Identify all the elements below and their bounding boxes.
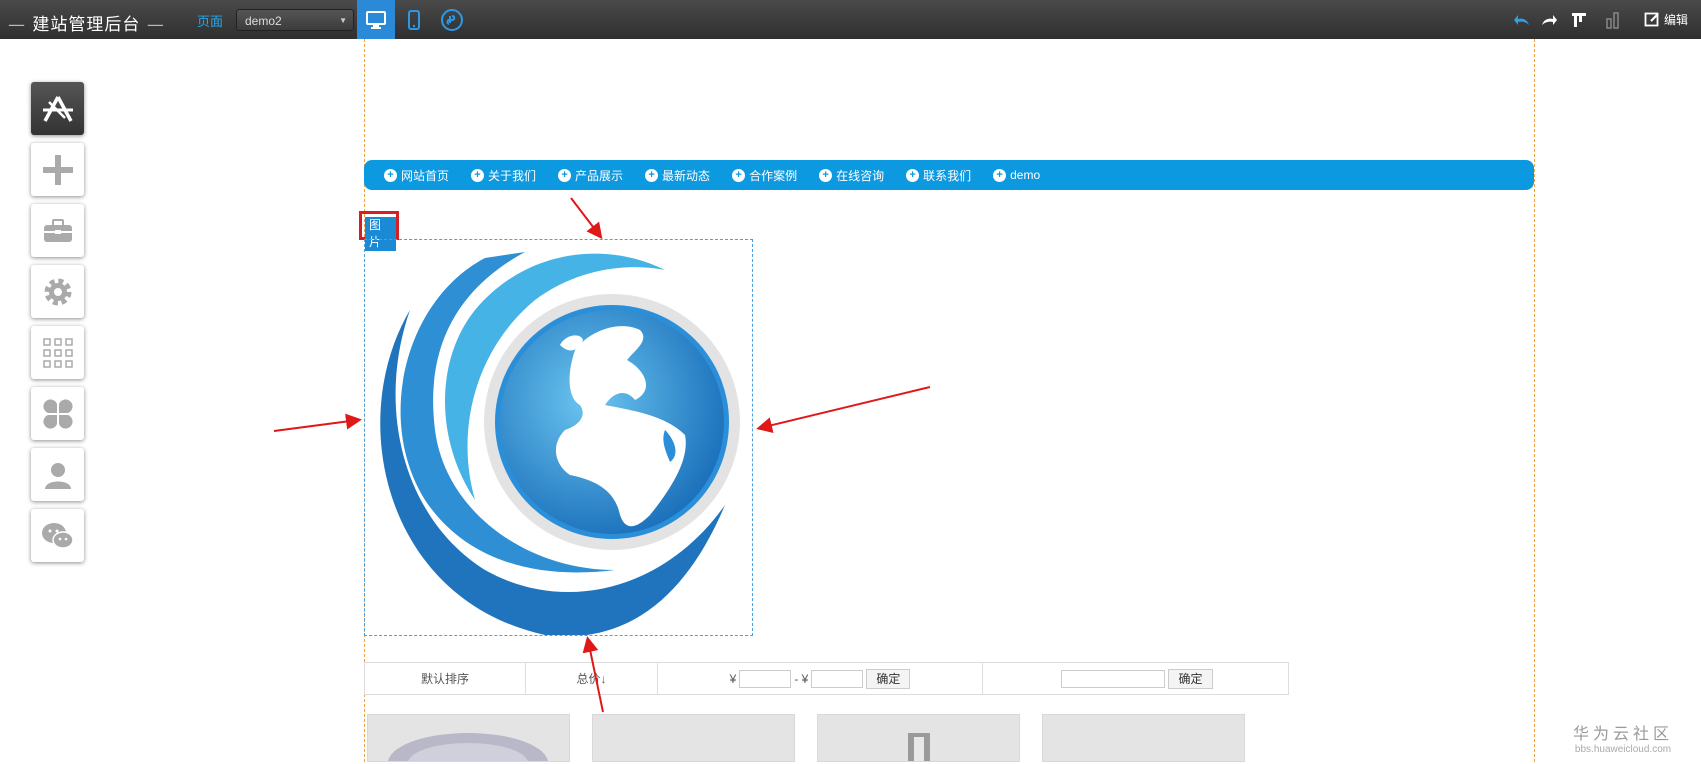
- canvas-guide-right: [1534, 39, 1535, 762]
- price-max-input[interactable]: [811, 669, 864, 688]
- nav-item-products[interactable]: + 产品展示: [558, 167, 623, 184]
- redo-icon: [1542, 15, 1557, 25]
- wechat-icon: [41, 522, 74, 549]
- plus-circle-icon: +: [558, 168, 572, 182]
- plus-circle-icon: +: [993, 168, 1007, 182]
- page-label: 页面: [197, 14, 224, 29]
- annotation-arrows: [273, 197, 931, 713]
- product-thumbnail: [388, 733, 548, 764]
- nav-item-consult[interactable]: + 在线咨询: [819, 167, 884, 184]
- sidebar-design-button[interactable]: [31, 82, 84, 135]
- price-range: ¥ - ¥ 确定: [658, 663, 983, 694]
- sort-total-price[interactable]: 总价 ↓: [526, 663, 658, 694]
- nav-item-demo[interactable]: + demo: [993, 168, 1040, 182]
- mobile-icon: [408, 9, 420, 30]
- clover-icon: [42, 398, 73, 429]
- sort-default[interactable]: 默认排序: [365, 663, 526, 694]
- undo-button[interactable]: [1512, 10, 1532, 30]
- product-card[interactable]: [817, 714, 1020, 762]
- miniapp-icon: [441, 8, 463, 31]
- page-select[interactable]: demo2 ▼: [236, 9, 354, 31]
- app-view-button[interactable]: [433, 0, 471, 39]
- plus-icon: [42, 154, 73, 185]
- chart-bars-icon: [1606, 12, 1619, 29]
- arrow-down-icon: ↓: [600, 671, 607, 686]
- product-card[interactable]: [367, 714, 570, 764]
- sidebar-apps-button[interactable]: [31, 326, 84, 379]
- layout-tool-button[interactable]: [1603, 10, 1623, 30]
- sidebar-modules-button[interactable]: [31, 387, 84, 440]
- nav-item-about[interactable]: + 关于我们: [471, 167, 536, 184]
- monitor-icon: [366, 10, 386, 29]
- price-confirm-button[interactable]: 确定: [866, 668, 911, 689]
- image-widget[interactable]: [364, 239, 753, 637]
- arrow-right: [756, 386, 931, 433]
- image-widget-tag[interactable]: 图片: [359, 211, 399, 251]
- product-filter-bar: 默认排序 总价 ↓ ¥ - ¥ 确定 确定: [364, 662, 1289, 695]
- align-tool-button[interactable]: [1569, 10, 1589, 30]
- search-confirm-button[interactable]: 确定: [1168, 668, 1213, 689]
- product-thumbnail: [908, 733, 930, 761]
- watermark: 华为云社区 bbs.huaweicloud.com: [1573, 726, 1674, 755]
- page-select-value: demo2: [245, 14, 282, 28]
- redo-button[interactable]: [1539, 10, 1559, 30]
- sidebar-add-button[interactable]: [31, 143, 84, 196]
- align-icon: [1572, 13, 1586, 27]
- grid-icon: [42, 337, 73, 368]
- price-min-input[interactable]: [739, 669, 792, 688]
- plus-circle-icon: +: [819, 168, 833, 182]
- product-card[interactable]: [1042, 714, 1245, 762]
- nav-item-cases[interactable]: + 合作案例: [732, 167, 797, 184]
- nav-item-home[interactable]: + 网站首页: [384, 167, 449, 184]
- plus-circle-icon: +: [471, 168, 485, 182]
- nav-item-news[interactable]: + 最新动态: [645, 167, 710, 184]
- arrow-top: [570, 197, 603, 240]
- user-icon: [44, 462, 71, 489]
- edit-label: 编辑: [1664, 12, 1689, 27]
- search-area: 确定: [983, 663, 1288, 694]
- plus-circle-icon: +: [906, 168, 920, 182]
- arrow-left: [273, 413, 362, 432]
- plus-circle-icon: +: [645, 168, 659, 182]
- top-toolbar: — 建站管理后台 — 页面 demo2 ▼ 编辑: [0, 0, 1701, 39]
- plus-circle-icon: +: [384, 168, 397, 182]
- gear-icon: [44, 278, 71, 305]
- product-card[interactable]: [592, 714, 795, 762]
- undo-icon: [1514, 15, 1529, 25]
- sidebar-member-button[interactable]: [31, 448, 84, 501]
- sidebar-toolbox-button[interactable]: [31, 204, 84, 257]
- nav-item-contact[interactable]: + 联系我们: [906, 167, 971, 184]
- toolbox-icon: [43, 218, 72, 242]
- chevron-down-icon: ▼: [339, 16, 347, 25]
- plus-circle-icon: +: [732, 168, 746, 182]
- globe-image: [380, 252, 740, 637]
- search-input[interactable]: [1061, 669, 1166, 688]
- site-navbar[interactable]: + 网站首页 + 关于我们 + 产品展示 + 最新动态 + 合作案例 + 在线咨询 + 联系我…: [364, 160, 1534, 190]
- app-title: — 建站管理后台 —: [8, 15, 165, 35]
- edit-button[interactable]: 编辑: [1644, 9, 1688, 29]
- design-tools-icon: [42, 95, 73, 122]
- sidebar-wechat-button[interactable]: [31, 509, 84, 562]
- sidebar-settings-button[interactable]: [31, 265, 84, 318]
- edit-icon: [1644, 12, 1659, 27]
- mobile-view-button[interactable]: [395, 0, 433, 39]
- desktop-view-button[interactable]: [357, 0, 395, 39]
